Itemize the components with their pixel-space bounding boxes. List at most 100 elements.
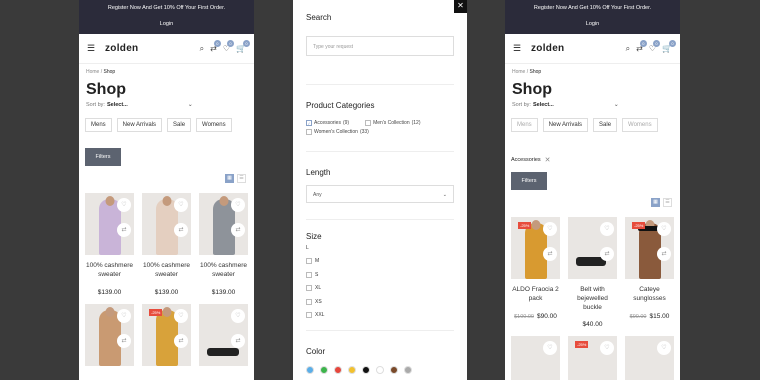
search-icon[interactable]: ⌕ xyxy=(626,44,630,54)
product-name[interactable]: Belt with bejewelled buckle xyxy=(568,286,617,312)
compare-icon[interactable]: ⇄ xyxy=(231,333,245,348)
length-select[interactable]: Any ⌄ xyxy=(306,185,454,203)
product-card[interactable]: ♡ ⇄ Belt with bejewelled buckle $40.00 xyxy=(568,217,617,328)
tag-sale[interactable]: Sale xyxy=(593,118,618,132)
product-card[interactable]: ♡ ⇄ 100% cashmere sweater $139.00 xyxy=(85,193,134,296)
size-option-xxl[interactable]: XXL xyxy=(306,309,454,323)
product-image[interactable]: ♡ xyxy=(511,336,560,380)
tag-womens[interactable]: Womens xyxy=(622,118,658,132)
tag-womens[interactable]: Womens xyxy=(196,118,232,132)
product-card[interactable]: -25% ♡ ⇄ ALDO Fraocia 2 pack $100.00 $90.00 xyxy=(511,217,560,328)
compare-icon[interactable]: ⇄ xyxy=(600,247,614,261)
compare-icon[interactable]: ⇄ xyxy=(657,247,671,261)
breadcrumb-home[interactable]: Home xyxy=(512,69,525,75)
breadcrumb-home[interactable]: Home xyxy=(86,69,99,75)
tag-sale[interactable]: Sale xyxy=(167,118,192,132)
product-name[interactable]: 100% cashmere sweater xyxy=(142,262,191,280)
menu-icon[interactable]: ☰ xyxy=(87,43,101,54)
color-swatch[interactable] xyxy=(348,366,356,374)
color-swatch[interactable] xyxy=(404,366,412,374)
grid-view-icon[interactable]: ▦ xyxy=(651,198,660,207)
checkbox-mens-collection[interactable]: Men's Collection (12) xyxy=(365,120,421,126)
product-card[interactable]: -25% ♡ xyxy=(568,336,617,380)
search-input[interactable]: Type your request xyxy=(306,36,454,56)
heart-icon[interactable]: ♡ xyxy=(543,222,557,236)
sort-dropdown[interactable]: Sort by: Select... ⌄ xyxy=(505,99,680,110)
wishlist-icon[interactable]: ♡ 0 xyxy=(649,39,661,54)
product-image[interactable]: -25% ♡ ⇄ xyxy=(142,303,191,366)
login-link[interactable]: Login xyxy=(505,11,680,27)
product-image[interactable]: -25% ♡ xyxy=(568,336,617,380)
product-image[interactable]: ♡ ⇄ xyxy=(568,217,617,279)
filters-button[interactable]: Filters xyxy=(511,172,547,190)
product-image[interactable]: ♡ ⇄ xyxy=(142,193,191,255)
product-name[interactable]: 100% cashmere sweater xyxy=(199,262,248,280)
compare-icon[interactable]: ⇄ xyxy=(117,223,131,237)
heart-icon[interactable]: ♡ xyxy=(657,222,671,236)
product-card[interactable]: ♡ ⇄ 100% cashmere sweater $139.00 xyxy=(142,193,191,296)
color-swatch[interactable] xyxy=(362,366,370,374)
product-image[interactable]: -25% ♡ ⇄ xyxy=(625,217,674,279)
product-image[interactable]: ♡ ⇄ xyxy=(199,193,248,255)
size-option-m[interactable]: M xyxy=(306,255,454,269)
tag-new-arrivals[interactable]: New Arrivals xyxy=(116,118,163,132)
heart-icon[interactable]: ♡ xyxy=(117,198,131,212)
product-image[interactable]: ♡ xyxy=(625,336,674,380)
color-swatch[interactable] xyxy=(390,366,398,374)
list-view-icon[interactable]: ☰ xyxy=(237,174,246,183)
heart-icon[interactable]: ♡ xyxy=(231,198,245,212)
product-card[interactable]: ♡ ⇄ 100% cashmere sweater $139.00 xyxy=(199,193,248,296)
heart-icon[interactable]: ♡ xyxy=(231,308,245,323)
color-swatch[interactable] xyxy=(306,366,314,374)
checkbox-womens-collection[interactable]: Women's Collection (33) xyxy=(306,129,369,135)
cart-icon[interactable]: 🛒 0 xyxy=(236,39,250,54)
product-name[interactable]: 100% cashmere sweater xyxy=(85,262,134,280)
heart-icon[interactable]: ♡ xyxy=(117,308,131,323)
remove-filter-icon[interactable]: ✕ xyxy=(545,156,551,164)
product-image[interactable]: ♡ ⇄ xyxy=(85,303,134,366)
size-option-l[interactable]: L xyxy=(306,241,454,255)
product-card[interactable]: ♡ xyxy=(511,336,560,380)
product-card[interactable]: ♡ ⇄ xyxy=(85,303,134,366)
heart-icon[interactable]: ♡ xyxy=(657,341,671,356)
logo[interactable]: zolden xyxy=(105,43,200,54)
heart-icon[interactable]: ♡ xyxy=(174,308,188,323)
size-option-s[interactable]: S xyxy=(306,268,454,282)
product-card[interactable]: -25% ♡ ⇄ Cateye sunglosses $90.00 $15.00 xyxy=(625,217,674,328)
product-name[interactable]: Cateye sunglosses xyxy=(625,286,674,304)
heart-icon[interactable]: ♡ xyxy=(600,222,614,236)
tag-new-arrivals[interactable]: New Arrivals xyxy=(542,118,589,132)
compare-icon[interactable]: ⇄ 0 xyxy=(210,39,221,54)
heart-icon[interactable]: ♡ xyxy=(600,341,614,356)
product-card[interactable]: -25% ♡ ⇄ xyxy=(142,303,191,366)
heart-icon[interactable]: ♡ xyxy=(543,341,557,356)
size-option-xl[interactable]: XL xyxy=(306,282,454,296)
grid-view-icon[interactable]: ▦ xyxy=(225,174,234,183)
filters-button[interactable]: Filters xyxy=(85,148,121,166)
close-icon[interactable]: ✕ xyxy=(454,0,467,13)
product-card[interactable]: ♡ xyxy=(625,336,674,380)
compare-icon[interactable]: ⇄ xyxy=(543,247,557,261)
product-image[interactable]: -25% ♡ ⇄ xyxy=(511,217,560,279)
login-link[interactable]: Login xyxy=(79,11,254,27)
product-image[interactable]: ♡ ⇄ xyxy=(199,303,248,366)
search-icon[interactable]: ⌕ xyxy=(200,44,204,54)
tag-mens[interactable]: Mens xyxy=(85,118,112,132)
color-swatch[interactable] xyxy=(320,366,328,374)
list-view-icon[interactable]: ☰ xyxy=(663,198,672,207)
logo[interactable]: zolden xyxy=(531,43,626,54)
product-card[interactable]: ♡ ⇄ xyxy=(199,303,248,366)
wishlist-icon[interactable]: ♡ 0 xyxy=(223,39,235,54)
sort-dropdown[interactable]: Sort by: Select... ⌄ xyxy=(79,99,254,110)
color-swatch[interactable] xyxy=(334,366,342,374)
cart-icon[interactable]: 🛒 0 xyxy=(662,39,676,54)
compare-icon[interactable]: ⇄ 0 xyxy=(636,39,647,54)
size-option-xs[interactable]: XS xyxy=(306,295,454,309)
compare-icon[interactable]: ⇄ xyxy=(231,223,245,237)
checkbox-accessories[interactable]: ✓ Accessories (9) xyxy=(306,120,349,126)
compare-icon[interactable]: ⇄ xyxy=(174,333,188,348)
product-image[interactable]: ♡ ⇄ xyxy=(85,193,134,255)
compare-icon[interactable]: ⇄ xyxy=(174,223,188,237)
menu-icon[interactable]: ☰ xyxy=(513,43,527,54)
compare-icon[interactable]: ⇄ xyxy=(117,333,131,348)
